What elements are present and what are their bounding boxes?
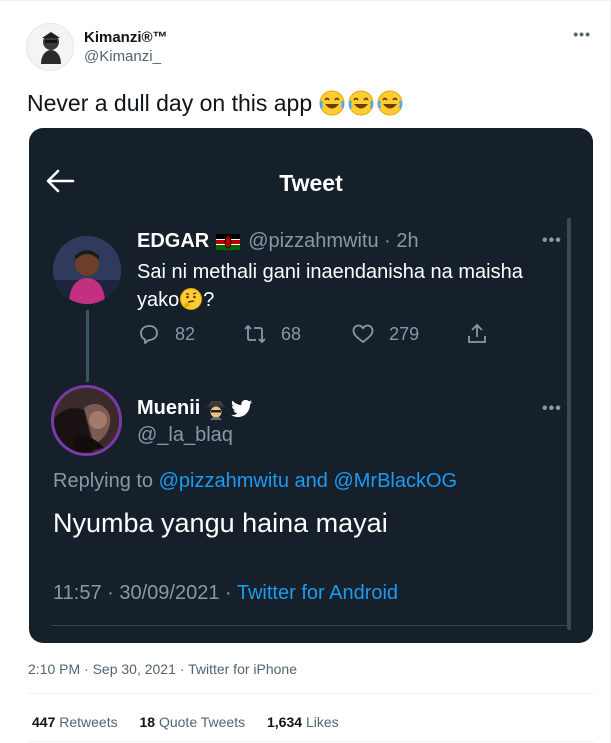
parent-text-line2-prefix: yako [137, 289, 180, 311]
likes-stat[interactable]: 1,634 Likes [267, 714, 357, 730]
retweet-action: 68 [243, 322, 301, 346]
laughing-emoji-icon [377, 90, 403, 116]
embed-divider [51, 625, 569, 626]
reply-time-date: 11:57 · 30/09/2021 · [53, 582, 237, 604]
parent-handle-time: @pizzahmwitu · 2h [248, 230, 419, 252]
tweet-timestamp[interactable]: 2:10 PM · Sep 30, 2021 · Twitter for iPh… [28, 661, 297, 677]
parent-name-row: EDGAR @pizzahmwitu · 2h [137, 230, 419, 253]
parent-text-line2: yako ? [137, 286, 557, 314]
author-display-name[interactable]: Kimanzi®™ [84, 28, 168, 47]
quote-tweets-count: 18 [139, 714, 156, 730]
retweets-label: Retweets [59, 714, 118, 730]
embed-scrollbar [567, 218, 571, 630]
divider [28, 693, 594, 694]
top-border [0, 0, 611, 1]
share-icon [468, 323, 487, 343]
reply-meta: 11:57 · 30/09/2021 · Twitter for Android [53, 582, 398, 605]
parent-more-icon: ••• [542, 232, 562, 249]
parent-action-bar: 82 68 279 [137, 320, 489, 348]
embed-header-title: Tweet [279, 170, 343, 196]
reply-name-row: Muenii [137, 397, 253, 420]
tweet-text-content: Never a dull day on this app [27, 90, 313, 116]
replying-user-link: @MrBlackOG [333, 470, 458, 492]
spy-emoji-icon [206, 400, 227, 420]
reply-action: 82 [137, 322, 195, 346]
reply-count: 82 [175, 323, 196, 344]
like-count: 279 [389, 323, 420, 344]
share-action [465, 322, 489, 346]
author-avatar[interactable] [26, 23, 74, 71]
parent-avatar [53, 236, 121, 304]
tweet-text: Never a dull day on this app [27, 88, 405, 118]
reply-handle: @_la_blaq [137, 424, 233, 446]
reply-icon [140, 325, 158, 344]
quote-tweets-stat[interactable]: 18 Quote Tweets [140, 714, 264, 730]
emoji-group [318, 89, 405, 117]
kenya-flag-icon [216, 233, 241, 250]
likes-label: Likes [305, 714, 339, 730]
divider [28, 741, 594, 742]
replying-prefix: Replying to [53, 470, 159, 492]
reply-client-link: Twitter for Android [236, 582, 399, 604]
reply-display-name: Muenii [137, 397, 201, 419]
thread-connector-line [86, 310, 89, 382]
more-options-button[interactable]: ••• [573, 26, 591, 42]
laughing-emoji-icon [348, 90, 374, 116]
laughing-emoji-icon [319, 90, 345, 116]
engagement-stats: 447 Retweets 18 Quote Tweets 1,634 Likes [32, 714, 357, 730]
replying-to-line: Replying to @pizzahmwitu and @MrBlackOG [53, 470, 457, 493]
parent-display-name: EDGAR [137, 230, 210, 252]
retweet-count: 68 [281, 323, 302, 344]
retweet-icon [244, 324, 266, 344]
like-icon [352, 324, 374, 343]
reply-body-text: Nyumba yangu haina mayai [53, 508, 388, 538]
retweets-count: 447 [32, 714, 56, 730]
author-handle[interactable]: @Kimanzi_ [84, 47, 168, 67]
parent-text-line2-suffix: ? [203, 289, 215, 311]
reply-more-icon: ••• [542, 400, 562, 417]
parent-text-line1: Sai ni methali gani inaendanisha na mais… [137, 261, 523, 283]
parent-tweet-text: Sai ni methali gani inaendanisha na mais… [137, 258, 557, 314]
verified-bird-icon [231, 399, 253, 417]
embed-header: Tweet [29, 128, 593, 236]
quote-tweets-label: Quote Tweets [158, 714, 246, 730]
replying-user-link: @pizzahmwitu [158, 470, 289, 492]
tweet-author[interactable]: Kimanzi®™ @Kimanzi_ [26, 22, 168, 72]
replying-and: and [288, 470, 334, 492]
like-action: 279 [351, 322, 419, 346]
thinking-emoji-icon [180, 288, 203, 310]
reply-avatar [51, 385, 122, 456]
retweets-stat[interactable]: 447 Retweets [32, 714, 136, 730]
likes-count: 1,634 [267, 714, 303, 730]
embedded-screenshot[interactable]: Tweet EDGAR @pizzahmwitu · 2h ••• Sai ni… [29, 128, 593, 643]
